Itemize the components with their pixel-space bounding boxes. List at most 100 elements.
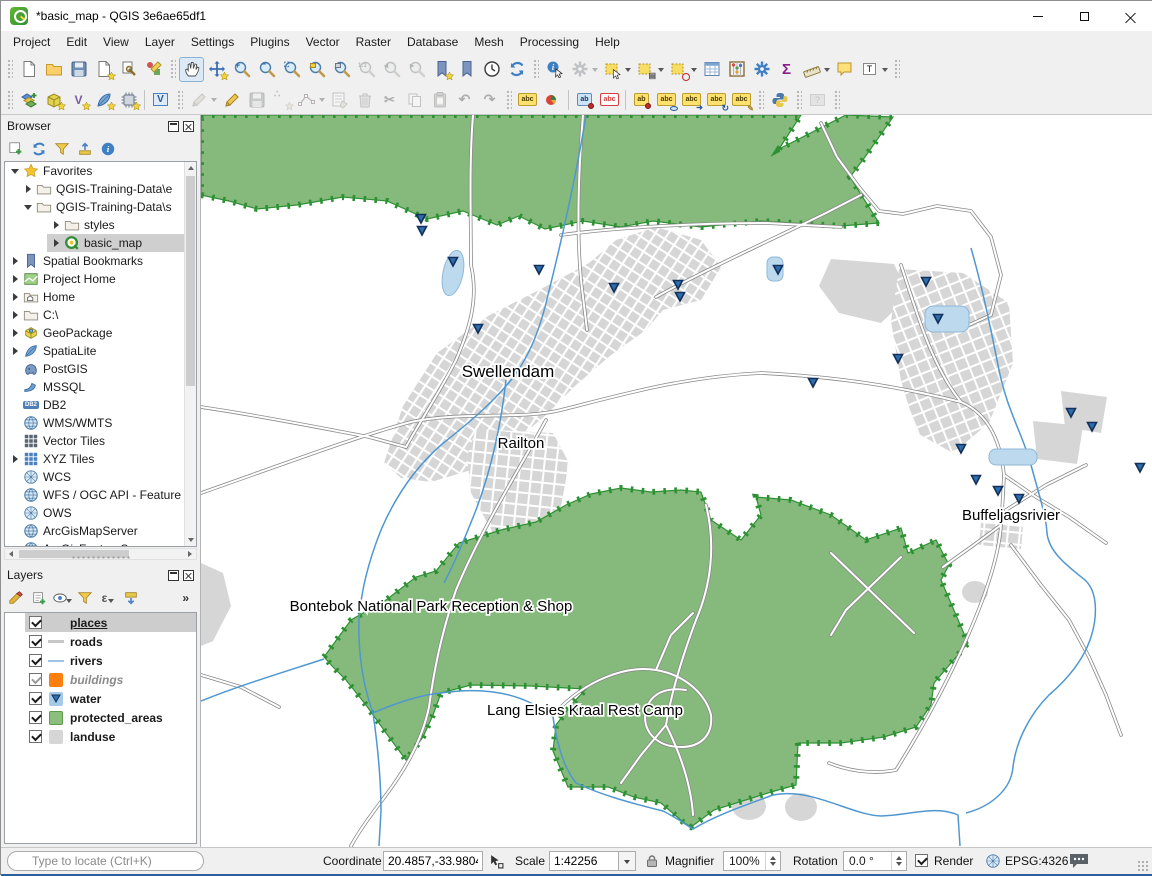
pan-to-selection-button[interactable]: [204, 57, 229, 82]
redo-button[interactable]: ↷: [477, 87, 502, 112]
toggle-editing-button[interactable]: [219, 87, 244, 112]
layer-diagram-options-button[interactable]: [540, 87, 565, 112]
expand-collapse-all-button[interactable]: [121, 588, 141, 608]
toolbar-grip[interactable]: [6, 58, 13, 80]
new-shapefile-layer-button[interactable]: V: [66, 87, 91, 112]
move-label-button[interactable]: abc➜: [679, 87, 704, 112]
browser-vertical-scrollbar[interactable]: [184, 162, 196, 546]
zoom-to-selection-button[interactable]: [304, 57, 329, 82]
filter-browser-button[interactable]: [52, 139, 72, 159]
pin-labels-button[interactable]: ab: [629, 87, 654, 112]
locate-input[interactable]: [7, 851, 204, 871]
add-selected-layers-button[interactable]: [6, 139, 26, 159]
browser-item-spatial-bookmarks[interactable]: Spatial Bookmarks: [5, 252, 196, 270]
toolbar-grip[interactable]: [893, 58, 900, 80]
magnifier-spinbox[interactable]: 100%: [723, 851, 781, 871]
show-layout-manager-button[interactable]: [116, 57, 141, 82]
dropdown-arrow-icon[interactable]: [658, 68, 664, 75]
new-project-button[interactable]: [16, 57, 41, 82]
messages-icon[interactable]: [1069, 853, 1089, 869]
browser-item-styles[interactable]: styles: [5, 216, 196, 234]
paste-features-button[interactable]: [427, 87, 452, 112]
add-group-button[interactable]: [29, 588, 49, 608]
new-spatialite-layer-button[interactable]: [91, 87, 116, 112]
filter-legend-button[interactable]: [75, 588, 95, 608]
expander-icon[interactable]: [10, 256, 20, 266]
menu-mesh[interactable]: Mesh: [466, 33, 511, 51]
zoom-to-layer-button[interactable]: [329, 57, 354, 82]
scroll-down-icon[interactable]: [185, 534, 197, 546]
expander-icon[interactable]: [10, 454, 20, 464]
statistical-summary-button[interactable]: Σ: [774, 57, 799, 82]
show-hide-labels-button[interactable]: abc: [654, 87, 679, 112]
scale-input[interactable]: [549, 851, 619, 871]
browser-item-wfs[interactable]: WFS / OGC API - Feature: [5, 486, 196, 504]
new-temporary-scratch-layer-button[interactable]: [116, 87, 141, 112]
identify-features-button[interactable]: [542, 57, 567, 82]
deselect-features-button[interactable]: [666, 57, 691, 82]
show-spatial-bookmarks-button[interactable]: [454, 57, 479, 82]
scroll-right-icon[interactable]: [184, 549, 196, 559]
menu-raster[interactable]: Raster: [348, 33, 399, 51]
modify-attributes-button[interactable]: [327, 87, 352, 112]
run-feature-action-button[interactable]: [567, 57, 592, 82]
more-options-icon[interactable]: »: [182, 591, 189, 605]
layer-checkbox[interactable]: [29, 654, 42, 667]
processing-toolbox-button[interactable]: [749, 57, 774, 82]
new-print-layout-button[interactable]: [91, 57, 116, 82]
expander-icon[interactable]: [10, 166, 20, 176]
layer-row-places[interactable]: places: [5, 613, 196, 632]
cut-features-button[interactable]: ✂: [377, 87, 402, 112]
expander-icon[interactable]: [10, 328, 20, 338]
expander-icon[interactable]: [23, 202, 33, 212]
data-source-manager-button[interactable]: [16, 87, 41, 112]
expander-icon[interactable]: [23, 184, 33, 194]
menu-edit[interactable]: Edit: [58, 33, 95, 51]
menu-database[interactable]: Database: [399, 33, 466, 51]
style-manager-button[interactable]: [141, 57, 166, 82]
zoom-native-button[interactable]: 1:1: [354, 57, 379, 82]
spin-arrows-icon[interactable]: [765, 852, 780, 870]
open-layer-styling-button[interactable]: [6, 588, 26, 608]
browser-item-wcs[interactable]: WCS: [5, 468, 196, 486]
browser-item-vector-tiles[interactable]: Vector Tiles: [5, 432, 196, 450]
scroll-up-icon[interactable]: [185, 162, 197, 174]
zoom-out-button[interactable]: −: [254, 57, 279, 82]
expander-icon[interactable]: [10, 292, 20, 302]
layer-labeling-options-button[interactable]: abc: [515, 87, 540, 112]
expander-icon[interactable]: [51, 238, 61, 248]
refresh-map-button[interactable]: [504, 57, 529, 82]
dropdown-arrow-icon[interactable]: [592, 68, 598, 75]
properties-widget-button[interactable]: i: [98, 139, 118, 159]
browser-item-favorites[interactable]: Favorites: [5, 162, 196, 180]
browser-item-arcgis-mapserver[interactable]: ArcGisMapServer: [5, 522, 196, 540]
panel-splitter[interactable]: [71, 555, 131, 561]
new-spatial-bookmark-button[interactable]: [429, 57, 454, 82]
new-virtual-layer-button[interactable]: V: [148, 87, 173, 112]
browser-item-spatialite[interactable]: SpatiaLite: [5, 342, 196, 360]
dropdown-arrow-icon[interactable]: [824, 68, 830, 75]
toolbar-grip[interactable]: [532, 58, 539, 80]
browser-item-mssql[interactable]: MSSQL: [5, 378, 196, 396]
highlight-pinned-labels-button[interactable]: abc: [597, 87, 622, 112]
layer-row-roads[interactable]: roads: [5, 632, 196, 651]
select-features-button[interactable]: [600, 57, 625, 82]
browser-item-arcgis-featureserver[interactable]: ArcGisFeatureServer: [5, 540, 196, 547]
undock-panel-icon[interactable]: [168, 570, 179, 581]
scale-dropdown-icon[interactable]: [619, 851, 636, 871]
layer-row-water[interactable]: water: [5, 689, 196, 708]
browser-item-project-home[interactable]: Project Home: [5, 270, 196, 288]
toolbar-grip[interactable]: [176, 89, 183, 111]
menu-settings[interactable]: Settings: [183, 33, 242, 51]
resize-grip[interactable]: [1137, 860, 1149, 872]
change-label-button[interactable]: abc✎: [729, 87, 754, 112]
browser-item-wms-wmts[interactable]: WMS/WMTS: [5, 414, 196, 432]
layer-checkbox[interactable]: [29, 673, 42, 686]
map-tips-button[interactable]: [832, 57, 857, 82]
layer-checkbox[interactable]: [29, 711, 42, 724]
collapse-all-button[interactable]: [75, 139, 95, 159]
layer-row-protected-areas[interactable]: protected_areas: [5, 708, 196, 727]
menu-project[interactable]: Project: [5, 33, 58, 51]
scrollbar-thumb[interactable]: [186, 176, 195, 386]
layer-checkbox[interactable]: [29, 635, 42, 648]
